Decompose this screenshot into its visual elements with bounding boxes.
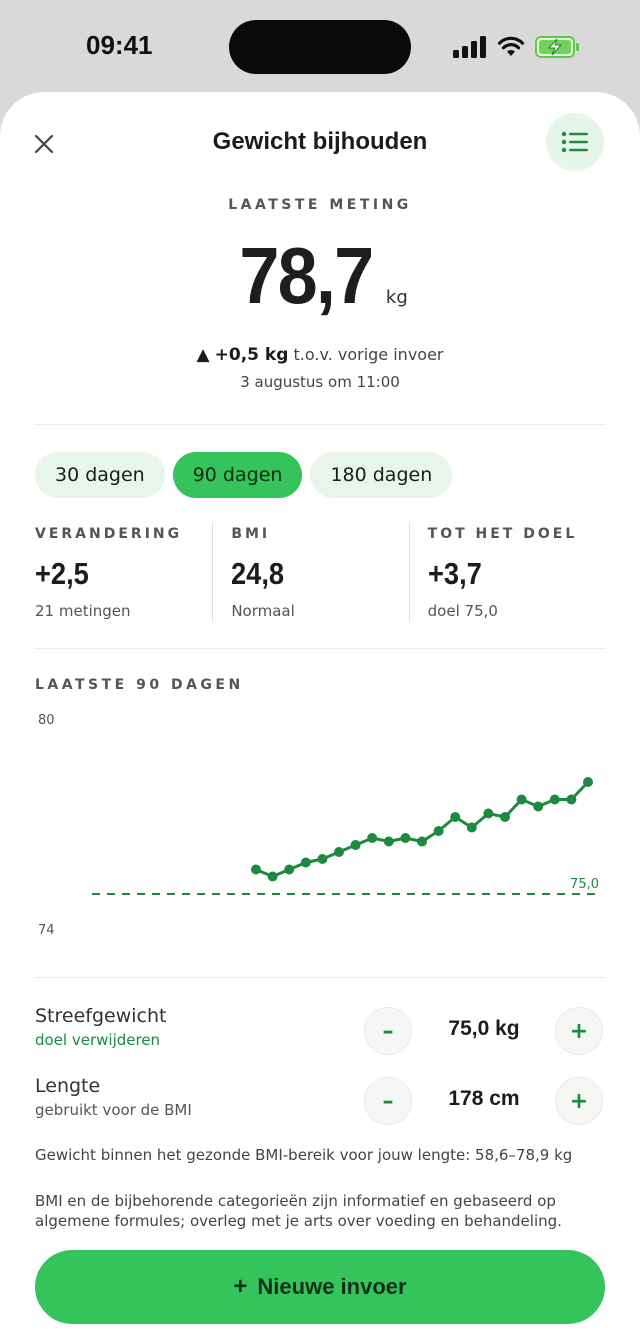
weight-delta: ▲ +0,5 kg t.o.v. vorige invoer bbox=[0, 345, 640, 365]
wifi-icon bbox=[497, 36, 525, 56]
measurement-date: 3 augustus om 11:00 bbox=[240, 373, 400, 391]
stat-change: VERANDERING +2,5 21 metingen bbox=[35, 522, 212, 622]
data-point bbox=[417, 836, 427, 847]
data-point bbox=[284, 864, 295, 875]
data-point bbox=[383, 836, 394, 847]
chart-title: LAATSTE 90 DAGEN bbox=[35, 677, 244, 693]
latest-weight-unit: kg bbox=[385, 287, 408, 308]
divider bbox=[35, 648, 605, 649]
stat-label: VERANDERING bbox=[35, 526, 183, 542]
goal-weight-title: Streefgewicht bbox=[35, 1005, 167, 1027]
data-point bbox=[317, 854, 328, 864]
status-bar: 09:41 bbox=[0, 0, 640, 92]
latest-weight-value: 78,7 bbox=[239, 231, 375, 320]
bmi-disclaimer: BMI en de bijbehorende categorieën zijn … bbox=[35, 1192, 562, 1230]
data-point bbox=[400, 833, 411, 843]
stat-bmi: BMI 24,8 Normaal bbox=[212, 522, 408, 622]
data-point bbox=[350, 840, 361, 850]
data-point bbox=[251, 864, 261, 875]
data-point bbox=[300, 857, 311, 868]
latest-measurement-label: LAATSTE METING bbox=[228, 197, 412, 213]
page-title: Gewicht bijhouden bbox=[212, 128, 428, 155]
data-point bbox=[533, 801, 544, 812]
goal-decrease-button[interactable]: – bbox=[364, 1007, 412, 1055]
stat-label: BMI bbox=[231, 526, 271, 542]
stat-sub: Normaal bbox=[231, 602, 295, 620]
data-point bbox=[583, 777, 593, 787]
stat-sub: doel 75,0 bbox=[427, 602, 498, 620]
height-increase-button[interactable]: + bbox=[555, 1077, 603, 1125]
y-tick-label: 74 bbox=[38, 923, 55, 938]
goal-increase-button[interactable]: + bbox=[555, 1007, 603, 1055]
healthy-range-text: Gewicht binnen het gezonde BMI-bereik vo… bbox=[35, 1146, 573, 1164]
new-entry-label: Nieuwe invoer bbox=[257, 1274, 407, 1299]
height-row: Lengte gebruikt voor de BMI – 178 cm + bbox=[35, 1075, 605, 1125]
data-point bbox=[566, 794, 577, 805]
height-title: Lengte bbox=[35, 1075, 101, 1097]
history-list-button[interactable] bbox=[546, 113, 604, 171]
weight-tracker-sheet: Gewicht bijhouden LAATSTE METING 78,7 kg … bbox=[0, 92, 640, 1343]
y-tick-label: 80 bbox=[38, 713, 55, 728]
goal-weight-value: 75,0 kg bbox=[448, 1017, 520, 1040]
delta-suffix: t.o.v. vorige invoer bbox=[293, 345, 444, 364]
data-point bbox=[450, 812, 461, 822]
stats-row: VERANDERING +2,5 21 metingen BMI 24,8 No… bbox=[35, 522, 605, 622]
stat-sub: 21 metingen bbox=[35, 602, 131, 620]
dynamic-island bbox=[229, 20, 411, 74]
data-point bbox=[483, 808, 494, 819]
goal-weight-row: Streefgewicht doel verwijderen – 75,0 kg… bbox=[35, 1005, 605, 1055]
cellular-signal-icon bbox=[453, 36, 486, 58]
data-point bbox=[433, 826, 444, 836]
height-sub: gebruikt voor de BMI bbox=[35, 1101, 192, 1119]
data-point bbox=[549, 794, 560, 805]
height-value: 178 cm bbox=[448, 1087, 520, 1110]
height-decrease-button[interactable]: – bbox=[364, 1077, 412, 1125]
data-point bbox=[367, 833, 378, 843]
latest-weight: 78,7 kg bbox=[0, 230, 640, 322]
divider bbox=[35, 977, 605, 978]
delta-arrow-icon: ▲ bbox=[196, 345, 210, 365]
range-30-days-chip[interactable]: 30 dagen bbox=[35, 452, 165, 498]
data-points bbox=[251, 777, 593, 882]
status-time: 09:41 bbox=[86, 30, 153, 60]
new-entry-button[interactable]: + Nieuwe invoer bbox=[35, 1250, 605, 1324]
goal-label: 75,0 bbox=[570, 877, 599, 892]
delta-value: +0,5 kg bbox=[214, 345, 289, 365]
range-90-days-chip[interactable]: 90 dagen bbox=[172, 452, 303, 498]
data-point bbox=[466, 822, 477, 833]
stat-value: 24,8 bbox=[231, 556, 285, 591]
data-point bbox=[516, 794, 527, 805]
data-point bbox=[500, 812, 510, 822]
stat-label: TOT HET DOEL bbox=[427, 526, 578, 542]
battery-charging-icon bbox=[535, 36, 579, 58]
range-selector: 30 dagen 90 dagen 180 dagen bbox=[35, 452, 453, 498]
weight-line-chart: 80 74 75,0 bbox=[38, 713, 599, 938]
stat-to-goal: TOT HET DOEL +3,7 doel 75,0 bbox=[408, 522, 605, 622]
plus-icon: + bbox=[233, 1273, 248, 1300]
stat-value: +2,5 bbox=[35, 556, 89, 591]
divider bbox=[35, 424, 605, 425]
remove-goal-link[interactable]: doel verwijderen bbox=[35, 1031, 160, 1049]
data-point bbox=[267, 871, 278, 882]
stat-value: +3,7 bbox=[427, 556, 482, 591]
list-icon bbox=[561, 131, 588, 153]
data-point bbox=[334, 847, 344, 857]
range-180-days-chip[interactable]: 180 dagen bbox=[310, 452, 453, 498]
